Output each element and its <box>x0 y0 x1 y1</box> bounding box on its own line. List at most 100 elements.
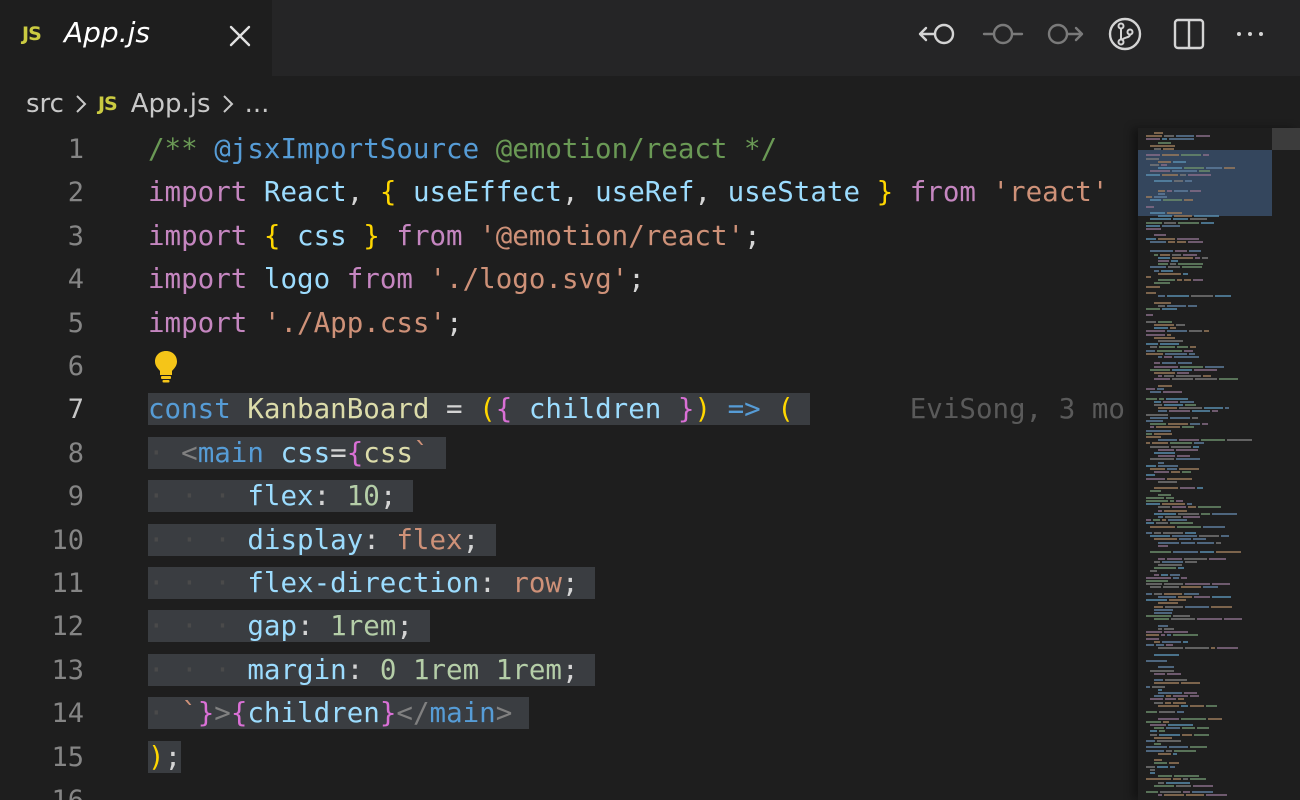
minimap-line <box>1150 218 1171 221</box>
minimap-line <box>1166 695 1171 698</box>
minimap-line <box>1173 752 1177 755</box>
line-number: 11 <box>51 568 84 599</box>
minimap-line <box>1154 672 1165 675</box>
split-editor-icon[interactable] <box>1166 14 1212 54</box>
minimap-line <box>1217 647 1238 650</box>
minimap-line <box>1176 135 1194 138</box>
minimap-line <box>1154 378 1170 381</box>
minimap-line <box>1171 618 1195 621</box>
lightbulb-icon[interactable] <box>150 348 182 384</box>
minimap-line <box>1198 506 1221 509</box>
minimap-line <box>1180 365 1203 368</box>
minimap-line <box>1146 292 1156 294</box>
minimap-line <box>1202 256 1208 259</box>
minimap[interactable] <box>1138 128 1300 800</box>
minimap-line <box>1169 410 1190 413</box>
source-control-icon[interactable] <box>1102 14 1148 54</box>
minimap-line <box>1176 500 1183 502</box>
line-number: 2 <box>67 177 84 209</box>
minimap-line <box>1146 343 1158 346</box>
minimap-line <box>1180 487 1195 490</box>
minimap-line <box>1164 221 1176 224</box>
minimap-line <box>1197 487 1203 490</box>
minimap-line <box>1195 256 1200 259</box>
minimap-line <box>1164 794 1184 797</box>
minimap-line <box>1165 679 1187 682</box>
minimap-line <box>1150 416 1168 419</box>
minimap-line <box>1178 512 1199 515</box>
minimap-line <box>1158 794 1162 797</box>
minimap-line <box>1173 160 1186 163</box>
minimap-line <box>1170 416 1190 419</box>
minimap-line <box>1203 154 1209 157</box>
minimap-line <box>1158 775 1172 778</box>
breadcrumb-file[interactable]: App.js <box>131 89 211 119</box>
minimap-line <box>1146 599 1167 602</box>
minimap-line <box>1158 263 1168 266</box>
minimap-line <box>1154 327 1168 330</box>
minimap-line <box>1146 432 1152 435</box>
minimap-line <box>1170 765 1175 768</box>
minimap-line <box>1146 740 1155 742</box>
minimap-line <box>1183 791 1190 794</box>
minimap-line <box>1158 167 1182 170</box>
minimap-line <box>1165 698 1176 701</box>
code-line-10: · · · display: flex; <box>148 519 496 562</box>
minimap-line <box>1197 541 1214 544</box>
minimap-line <box>1189 352 1195 355</box>
minimap-line <box>1154 196 1167 198</box>
minimap-line <box>1154 432 1172 435</box>
go-back-icon[interactable] <box>916 14 962 54</box>
minimap-line <box>1146 746 1167 749</box>
code-editor[interactable]: 1 2 3 4 5 6 7 8 9 10 11 12 13 14 15 16 /… <box>0 128 1138 800</box>
minimap-line <box>1146 442 1150 445</box>
minimap-line <box>1173 701 1186 704</box>
minimap-line <box>1162 519 1166 522</box>
minimap-slider[interactable] <box>1272 128 1300 150</box>
go-forward-icon[interactable] <box>1042 14 1088 54</box>
minimap-line <box>1163 148 1174 150</box>
breadcrumb-more[interactable]: ... <box>245 89 270 119</box>
minimap-line <box>1158 564 1182 566</box>
minimap-line <box>1185 560 1197 563</box>
minimap-line <box>1146 154 1160 157</box>
minimap-line <box>1181 682 1200 685</box>
minimap-line <box>1146 397 1157 400</box>
timeline-icon[interactable] <box>980 14 1026 54</box>
minimap-line <box>1166 644 1173 646</box>
minimap-line <box>1154 180 1172 182</box>
minimap-line <box>1202 423 1208 426</box>
minimap-line <box>1211 605 1232 608</box>
more-actions-icon[interactable] <box>1228 14 1274 54</box>
minimap-line <box>1179 538 1191 541</box>
minimap-line <box>1169 762 1179 765</box>
minimap-line <box>1168 240 1175 243</box>
minimap-line <box>1181 586 1201 589</box>
minimap-line <box>1212 410 1218 413</box>
minimap-line <box>1163 586 1179 589</box>
chevron-right-icon <box>76 95 87 113</box>
minimap-line <box>1158 448 1174 451</box>
minimap-line <box>1150 733 1157 736</box>
minimap-line <box>1150 266 1166 269</box>
breadcrumb-folder[interactable]: src <box>26 89 64 119</box>
tab-app-js[interactable]: JS App.js <box>0 0 272 76</box>
minimap-line <box>1146 320 1156 323</box>
minimap-line <box>1188 304 1197 307</box>
minimap-line <box>1146 685 1150 688</box>
minimap-line <box>1161 269 1173 272</box>
minimap-line <box>1178 596 1192 598</box>
minimap-line <box>1178 362 1192 365</box>
minimap-line <box>1182 426 1194 429</box>
minimap-line <box>1182 727 1195 730</box>
minimap-line <box>1154 282 1170 285</box>
minimap-line <box>1154 560 1160 563</box>
close-icon[interactable] <box>224 20 256 52</box>
minimap-line <box>1146 791 1158 794</box>
minimap-line <box>1150 535 1170 538</box>
minimap-line <box>1146 224 1160 227</box>
minimap-line <box>1168 519 1187 522</box>
minimap-line <box>1161 634 1165 637</box>
minimap-line <box>1157 349 1182 352</box>
minimap-line <box>1188 506 1196 509</box>
